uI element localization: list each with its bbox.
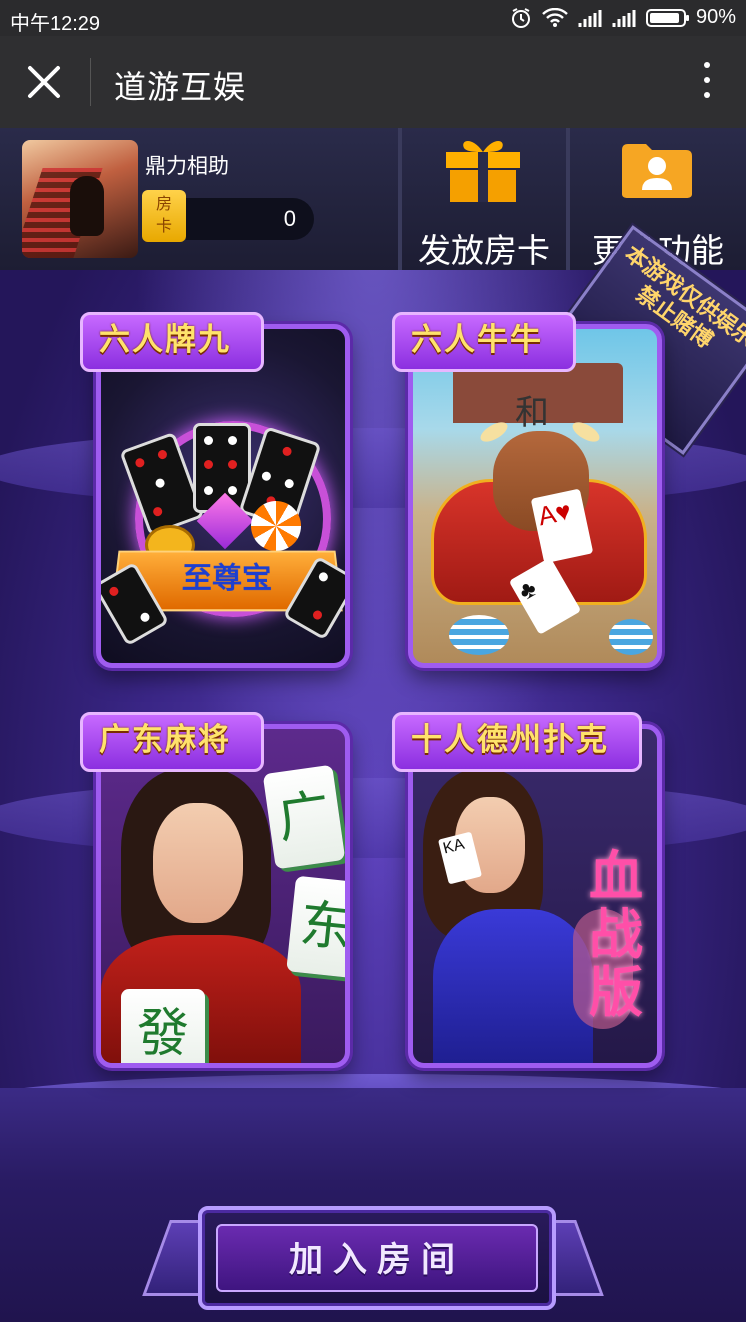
temple-sign: 和 [515, 385, 549, 434]
room-card-count: 0 [186, 198, 314, 240]
game-title-pai-gow: 六人牌九 [80, 312, 264, 372]
signal-icon [612, 9, 636, 27]
woman-face [153, 803, 243, 923]
mahjong-tile-dong: 东 [286, 876, 350, 979]
game-title-texas-holdem: 十人德州扑克 [392, 712, 642, 772]
wifi-icon [542, 8, 568, 28]
user-folder-icon [620, 140, 694, 200]
game-art: 至尊宝 [96, 324, 350, 668]
title-divider [90, 58, 91, 106]
chip-stack [449, 615, 509, 655]
close-icon[interactable] [22, 60, 66, 104]
status-bar: 中午12:29 90% [0, 0, 746, 36]
alarm-icon [510, 7, 532, 29]
game-title-niuniu: 六人牛牛 [392, 312, 576, 372]
game-art: KA 血战版 [408, 724, 662, 1068]
game-art: 广 东 發 [96, 724, 350, 1068]
game-card-guangdong-mahjong[interactable]: 广 东 發 广东麻将 [96, 724, 350, 1068]
gift-icon [442, 134, 524, 204]
join-room-frame: 加入房间 [198, 1206, 556, 1310]
mahjong-tile-fa: 發 [121, 989, 205, 1068]
page-title: 道游互娱 [114, 62, 246, 108]
game-art: 和 A♥ ♣ [408, 324, 662, 668]
game-card-niuniu[interactable]: 和 A♥ ♣ 六人牛牛 [408, 324, 662, 668]
issue-room-card-label: 发放房卡 [402, 224, 566, 272]
status-time: 中午12:29 [10, 7, 100, 36]
mahjong-tile-guang: 广 [263, 765, 346, 870]
chip-stack [609, 619, 653, 655]
avatar[interactable] [22, 140, 138, 258]
room-card-badge: 房 卡 [142, 190, 186, 242]
join-room-label: 加入房间 [202, 1232, 552, 1281]
battery-icon [646, 9, 686, 27]
blue-dress [433, 909, 593, 1068]
more-vertical-icon[interactable] [702, 62, 712, 102]
signal-icon [578, 9, 602, 27]
username: 鼎力相助 [145, 150, 229, 180]
game-title-guangdong-mahjong: 广东麻将 [80, 712, 264, 772]
xuezhan-edition-text: 血战版 [581, 847, 651, 1021]
status-icons: 90% [510, 6, 736, 29]
game-card-pai-gow[interactable]: 至尊宝 六人牌九 [96, 324, 350, 668]
battery-percent: 90% [696, 6, 736, 29]
room-card-label-top: 房 [142, 194, 186, 216]
title-bar: 道游互娱 [0, 36, 746, 128]
join-room-button[interactable]: 加入房间 [150, 1206, 596, 1304]
game-card-texas-holdem[interactable]: KA 血战版 十人德州扑克 [408, 724, 662, 1068]
room-card-label-bottom: 卡 [142, 216, 186, 238]
poker-chip [251, 501, 301, 551]
